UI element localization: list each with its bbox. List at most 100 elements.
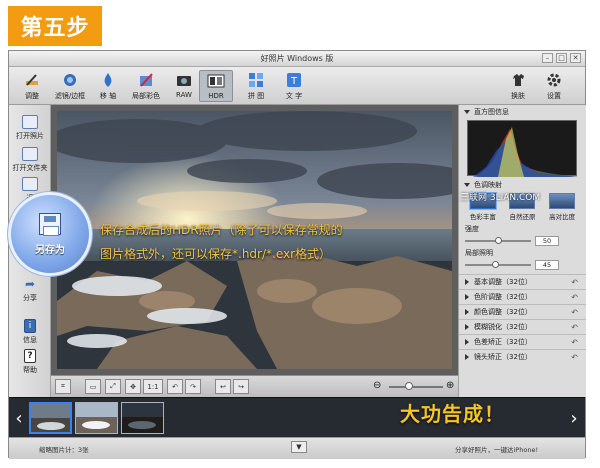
section-basic[interactable]: 基本调整（32位） ↶ bbox=[459, 274, 586, 289]
sidebar-item-open-folder[interactable]: 打开文件夹 bbox=[11, 147, 49, 173]
histogram bbox=[467, 120, 578, 177]
sidebar-item-share[interactable]: ➦ 分享 bbox=[11, 277, 49, 303]
histogram-header[interactable]: 直方图信息 bbox=[459, 105, 586, 118]
local-lighting-label: 局部照明 bbox=[465, 249, 493, 257]
tool-filter-border[interactable]: 滤镜/边框 bbox=[55, 70, 85, 102]
expand-icon bbox=[465, 294, 469, 300]
section-color[interactable]: 颜色调整（32位） ↶ bbox=[459, 304, 586, 319]
back-icon bbox=[22, 177, 38, 191]
gear-icon bbox=[545, 71, 563, 89]
reset-icon[interactable]: ↶ bbox=[571, 278, 578, 287]
collapse-icon bbox=[464, 182, 470, 187]
zoom-in-icon[interactable]: ⊕ bbox=[446, 380, 454, 391]
hdr-icon bbox=[207, 72, 225, 90]
filmstrip-thumb[interactable] bbox=[75, 402, 118, 434]
section-chromatic[interactable]: 色差矫正（32位） ↶ bbox=[459, 334, 586, 349]
sidebar-item-help[interactable]: ? 帮助 bbox=[11, 349, 49, 375]
rotate-right-button[interactable]: ↷ bbox=[185, 379, 201, 394]
tool-settings[interactable]: 设置 bbox=[539, 70, 569, 102]
tool-adjust[interactable]: 调整 bbox=[17, 70, 47, 102]
photo-toolbar: ⌗ ▭ ⤢ ✥ 1:1 ↶ ↷ ↩ ↪ ⊖ ⊕ bbox=[51, 375, 458, 397]
camera-icon bbox=[175, 71, 193, 89]
chevron-right-icon: › bbox=[570, 407, 578, 429]
filmstrip-prev-button[interactable]: ‹ bbox=[12, 404, 26, 432]
expand-icon bbox=[465, 354, 469, 360]
local-lighting-value[interactable]: 45 bbox=[535, 260, 559, 270]
filmstrip-next-button[interactable]: › bbox=[567, 404, 581, 432]
tool-raw[interactable]: RAW bbox=[169, 70, 199, 102]
strength-slider-knob[interactable] bbox=[494, 237, 502, 244]
status-left-text: 缩略图片计：3张 bbox=[39, 446, 89, 454]
save-as-callout[interactable]: 另存为 bbox=[8, 192, 92, 276]
section-lens[interactable]: 镜头矫正（32位） ↶ bbox=[459, 349, 586, 364]
share-iphone-link[interactable]: 分享好照片，一键达iPhone! bbox=[455, 444, 538, 454]
filmstrip-thumb[interactable] bbox=[121, 402, 164, 434]
done-text: 大功告成！ bbox=[400, 402, 505, 426]
expand-icon bbox=[465, 324, 469, 330]
annotation-text: 保存合成后的HDR照片（除了可以保存常规的 图片格式外，还可以保存*.hdr/*… bbox=[100, 223, 343, 261]
watermark: 三联网 3LIAN.COM bbox=[460, 193, 541, 203]
section-blur-sharpen[interactable]: 模糊锐化（32位） ↶ bbox=[459, 319, 586, 334]
maximize-button[interactable]: □ bbox=[556, 53, 567, 63]
minimize-button[interactable]: – bbox=[542, 53, 553, 63]
tool-partial-color[interactable]: 局部彩色 bbox=[131, 70, 161, 102]
share-icon: ➦ bbox=[24, 277, 36, 291]
strength-value[interactable]: 50 bbox=[535, 236, 559, 246]
reset-icon[interactable]: ↶ bbox=[571, 293, 578, 302]
undo-button[interactable]: ↩ bbox=[215, 379, 231, 394]
zoom-actual-button[interactable]: 1:1 bbox=[143, 379, 163, 394]
tool-collage[interactable]: 拼 图 bbox=[241, 70, 271, 102]
collapse-icon bbox=[464, 109, 470, 114]
move-icon: ✥ bbox=[130, 382, 136, 391]
text-icon: T bbox=[285, 71, 303, 89]
open-folder-icon bbox=[22, 147, 38, 161]
sidebar-item-open-photo[interactable]: 打开照片 bbox=[11, 115, 49, 141]
reset-icon[interactable]: ↶ bbox=[571, 323, 578, 332]
strength-row: 强度 bbox=[459, 223, 586, 235]
skin-icon bbox=[509, 71, 527, 89]
tool-text[interactable]: T 文 字 bbox=[279, 70, 309, 102]
tool-skin[interactable]: 换肤 bbox=[503, 70, 533, 102]
expand-icon bbox=[465, 279, 469, 285]
redo-button[interactable]: ↪ bbox=[233, 379, 249, 394]
collage-icon bbox=[247, 71, 265, 89]
close-button[interactable]: ✕ bbox=[570, 53, 581, 63]
tool-tilt-shift[interactable]: 移 轴 bbox=[93, 70, 123, 102]
save-as-label: 另存为 bbox=[35, 244, 65, 256]
crop-button[interactable]: ⌗ bbox=[55, 379, 71, 394]
local-lighting-slider[interactable] bbox=[465, 261, 531, 268]
strength-slider[interactable] bbox=[465, 237, 531, 244]
reset-icon[interactable]: ↶ bbox=[571, 338, 578, 347]
toggle-filmstrip-button[interactable]: ▼ bbox=[291, 441, 307, 453]
fullscreen-button[interactable]: ⤢ bbox=[105, 379, 121, 394]
move-button[interactable]: ✥ bbox=[125, 379, 141, 394]
strength-label: 强度 bbox=[465, 225, 479, 233]
zoom-slider-knob[interactable] bbox=[405, 382, 414, 390]
sidebar-item-info[interactable]: i 信息 bbox=[11, 319, 49, 345]
redo-icon: ↪ bbox=[238, 382, 244, 391]
zoom-slider[interactable] bbox=[389, 382, 443, 390]
local-lighting-row: 局部照明 bbox=[459, 247, 586, 259]
section-levels[interactable]: 色阶调整（32位） ↶ bbox=[459, 289, 586, 304]
chevron-left-icon: ‹ bbox=[15, 407, 23, 429]
main-toolbar: 调整 滤镜/边框 移 轴 局部彩色 RAW HDR 拼 图 T 文 字 换肤 设… bbox=[9, 67, 585, 105]
partial-color-icon bbox=[137, 71, 155, 89]
rotate-left-button[interactable]: ↶ bbox=[167, 379, 183, 394]
reset-icon[interactable]: ↶ bbox=[571, 353, 578, 362]
right-panel: 直方图信息 色调映射 色彩丰富 自然还原 高对比度 强度 50 局部照明 45 … bbox=[458, 105, 586, 397]
tool-hdr[interactable]: HDR bbox=[199, 70, 233, 102]
filmstrip-thumb[interactable] bbox=[29, 402, 72, 434]
title-bar: 好照片 Windows 版 – □ ✕ bbox=[9, 51, 585, 67]
fit-button[interactable]: ▭ bbox=[85, 379, 101, 394]
reset-icon[interactable]: ↶ bbox=[571, 308, 578, 317]
open-photo-icon bbox=[22, 115, 38, 129]
local-lighting-slider-knob[interactable] bbox=[491, 261, 499, 268]
filter-icon bbox=[61, 71, 79, 89]
status-bar: 缩略图片计：3张 ▼ 分享好照片，一键达iPhone! bbox=[9, 437, 585, 459]
zoom-out-icon[interactable]: ⊖ bbox=[373, 380, 381, 391]
tilt-shift-icon bbox=[99, 71, 117, 89]
preset-high-contrast[interactable]: 高对比度 bbox=[545, 193, 579, 221]
help-icon: ? bbox=[24, 349, 36, 363]
adjust-icon bbox=[23, 71, 41, 89]
crop-icon: ⌗ bbox=[61, 382, 65, 390]
